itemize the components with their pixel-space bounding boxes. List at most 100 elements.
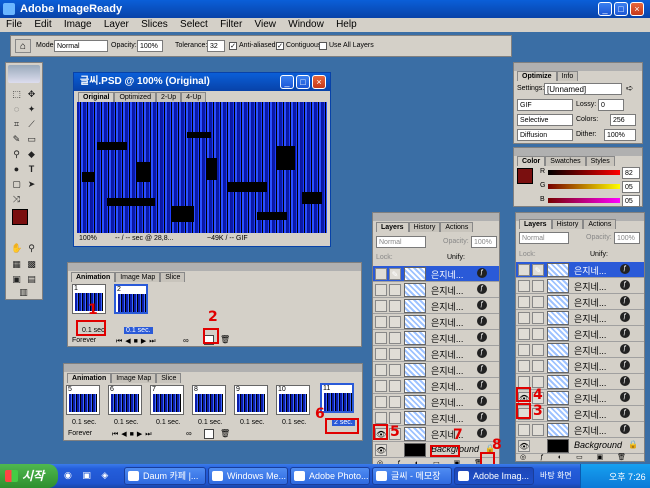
brush-icon[interactable]: ✎ — [11, 134, 22, 145]
layer-opacity-field[interactable]: 100% — [614, 232, 640, 244]
tab-original[interactable]: Original — [78, 92, 115, 102]
menu-file[interactable]: File — [6, 19, 22, 30]
tab-slice[interactable]: Slice — [160, 272, 186, 282]
animation-frame[interactable]: 5 — [66, 385, 100, 415]
start-button[interactable]: 시작 — [0, 464, 58, 488]
layer-row[interactable]: 은지네... ƒ — [516, 422, 644, 438]
doc-minimize-button[interactable]: _ — [280, 75, 294, 89]
r-field[interactable]: 82 — [622, 167, 640, 179]
lossy-field[interactable]: 0 — [598, 99, 624, 111]
jump-to-photoshop-icon[interactable]: ▥ — [18, 287, 29, 298]
frame-delay[interactable]: 0.1 sec. — [72, 419, 97, 426]
tab-slice[interactable]: Slice — [156, 373, 182, 383]
screen-mode-icon[interactable]: ▣ — [11, 274, 22, 285]
move-icon[interactable]: ✥ — [26, 89, 37, 100]
hand-icon[interactable]: ✋ — [11, 243, 22, 254]
doc-maximize-button[interactable]: □ — [296, 75, 310, 89]
layer-row[interactable]: 은지네... ƒ — [373, 282, 499, 298]
task-photoshop[interactable]: Adobe Photo... — [290, 467, 370, 485]
g-field[interactable]: 05 — [622, 181, 640, 193]
tab-image-map[interactable]: Image Map — [111, 373, 157, 383]
close-button[interactable]: × — [630, 2, 644, 16]
frame-delay[interactable]: 0.1 sec. — [240, 419, 265, 426]
doc-close-button[interactable]: × — [312, 75, 326, 89]
frame-delay[interactable]: 0.1 sec. — [156, 419, 181, 426]
tab-styles[interactable]: Styles — [585, 156, 615, 166]
animation-frame[interactable]: 10 — [276, 385, 310, 415]
tab-swatches[interactable]: Swatches — [545, 156, 586, 166]
g-slider[interactable] — [548, 184, 620, 189]
tab-history[interactable]: History — [408, 222, 441, 232]
color-swatch[interactable] — [517, 168, 533, 184]
menu-window[interactable]: Window — [288, 19, 324, 30]
menu-select[interactable]: Select — [180, 19, 208, 30]
colors-field[interactable]: 256 — [610, 114, 636, 126]
tab-history[interactable]: History — [551, 219, 584, 229]
blend-mode-select[interactable]: Normal — [519, 232, 569, 244]
layer-row[interactable]: 은지네... ƒ — [516, 342, 644, 358]
tab-4-up[interactable]: 4-Up — [181, 92, 207, 102]
blend-mode-select[interactable]: Normal — [376, 236, 426, 248]
frame-delay[interactable]: 0.1 sec. — [124, 327, 153, 334]
paint-bucket-tool-icon[interactable]: ◆ — [26, 149, 37, 160]
slice-icon[interactable]: ⟋ — [26, 119, 37, 130]
layer-row[interactable]: 은지네... ƒ — [373, 394, 499, 410]
settings-select[interactable]: [Unnamed] — [544, 83, 622, 95]
tab-layers[interactable]: Layers — [519, 219, 552, 229]
dither-algo-select[interactable]: Diffusion — [517, 129, 573, 141]
menu-layer[interactable]: Layer — [104, 19, 129, 30]
tab-2-up[interactable]: 2-Up — [155, 92, 182, 102]
layer-opacity-field[interactable]: 100% — [471, 236, 497, 248]
zoom-icon[interactable]: ⚲ — [26, 243, 37, 254]
duplicate-frame-icon[interactable] — [204, 429, 214, 439]
frame-delay[interactable]: 0.1 sec. — [114, 419, 139, 426]
layer-row[interactable]: 은지네... ƒ — [373, 362, 499, 378]
tab-info[interactable]: Info — [556, 71, 579, 81]
layer-row[interactable]: 은지네... ƒ — [516, 294, 644, 310]
layer-row[interactable]: 은지네... ƒ — [516, 358, 644, 374]
layer-row[interactable]: 은지네... ƒ — [516, 326, 644, 342]
foreground-color-swatch[interactable] — [12, 209, 28, 225]
animation-frame[interactable]: 8 — [192, 385, 226, 415]
format-select[interactable]: GIF — [517, 99, 573, 111]
layer-row[interactable]: 은지네... ƒ — [373, 378, 499, 394]
delete-frame-icon[interactable]: 🗑 — [220, 429, 230, 438]
tolerance-field[interactable]: 32 — [207, 40, 225, 52]
toggle-slices-icon[interactable]: ▦ — [11, 259, 22, 270]
animation-frame[interactable]: 7 — [150, 385, 184, 415]
maximize-button[interactable]: □ — [614, 2, 628, 16]
opacity-field[interactable]: 100% — [137, 40, 163, 52]
menu-filter[interactable]: Filter — [220, 19, 242, 30]
menu-view[interactable]: View — [255, 19, 277, 30]
animation-frame[interactable]: 9 — [234, 385, 268, 415]
tab-optimize[interactable]: Optimize — [517, 71, 557, 81]
anti-aliased-checkbox[interactable]: ✓ — [229, 42, 237, 50]
desktop-toolbar[interactable]: 바탕 화면 — [540, 470, 572, 481]
playback-controls[interactable]: ⏮◀■▶⏭ — [112, 430, 155, 439]
tab-layers[interactable]: Layers — [376, 222, 409, 232]
blur-icon[interactable]: ● — [11, 164, 22, 175]
arrow-icon[interactable]: ➤ — [26, 179, 37, 190]
layer-row[interactable]: 은지네... ƒ — [373, 314, 499, 330]
task-notepad[interactable]: 글씨 - 메모장 — [372, 467, 452, 485]
tab-animation[interactable]: Animation — [71, 272, 116, 282]
animation-frame[interactable]: 2 — [114, 284, 148, 314]
menu-image[interactable]: Image — [64, 19, 92, 30]
clone-stamp-icon[interactable]: ⚲ — [11, 149, 22, 160]
loop-select[interactable]: Forever — [68, 430, 92, 437]
dither-field[interactable]: 100% — [604, 129, 636, 141]
eraser-icon[interactable]: ▭ — [26, 134, 37, 145]
tab-animation[interactable]: Animation — [67, 373, 112, 383]
tab-actions[interactable]: Actions — [440, 222, 474, 232]
minimize-button[interactable]: _ — [598, 2, 612, 16]
crop-icon[interactable]: ⌗ — [11, 119, 22, 130]
animation-frame[interactable]: 6 — [108, 385, 142, 415]
optimize-menu-icon[interactable]: ➪ — [626, 83, 638, 95]
layer-row[interactable]: 은지네... ƒ — [373, 330, 499, 346]
tab-actions[interactable]: Actions — [583, 219, 617, 229]
zoom-level[interactable]: 100% — [79, 235, 97, 242]
task-imageready[interactable]: Adobe Imag... — [454, 467, 534, 485]
layer-row[interactable]: ✎ 은지네... ƒ — [516, 262, 644, 278]
animation-frame[interactable]: 11 — [320, 383, 354, 413]
tab-optimized[interactable]: Optimized — [114, 92, 156, 102]
